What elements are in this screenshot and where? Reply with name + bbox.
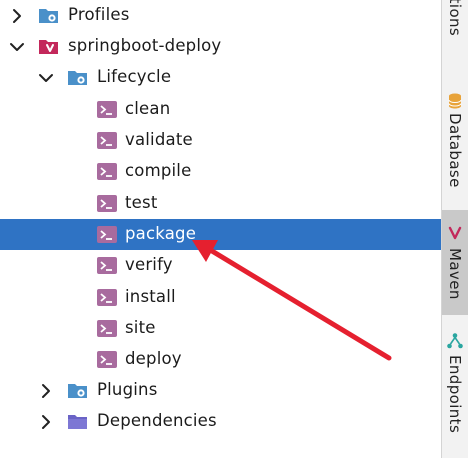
chevron-right-icon[interactable] [37, 382, 55, 400]
tool-window-strip: ations Database Maven Endpoints [441, 0, 468, 458]
phase-item-test[interactable]: test [0, 188, 441, 219]
phase-item-package[interactable]: package [0, 219, 441, 250]
phase-item-install[interactable]: install [0, 282, 441, 313]
run-config-icon [96, 100, 118, 119]
dependencies-label: Dependencies [97, 411, 217, 430]
sidebar-tab-endpoints[interactable]: Endpoints [442, 328, 468, 458]
folder-gear-icon [38, 6, 60, 25]
folder-icon [67, 412, 89, 431]
phase-label: site [125, 318, 156, 337]
sidebar-tab-database[interactable]: Database [442, 88, 468, 196]
phase-label: test [125, 193, 158, 212]
folder-gear-icon [67, 68, 89, 87]
phase-item-validate[interactable]: validate [0, 125, 441, 156]
project-label: springboot-deploy [68, 36, 222, 55]
chevron-down-icon[interactable] [37, 69, 55, 87]
sidebar-tab-label: Endpoints [446, 355, 464, 434]
run-config-icon [96, 256, 118, 275]
maven-tree-panel: Profiles springboot-deploy Lifecycle cle… [0, 0, 441, 458]
phase-item-verify[interactable]: verify [0, 250, 441, 281]
lifecycle-label: Lifecycle [97, 67, 172, 86]
run-config-icon [96, 194, 118, 213]
phase-label: deploy [125, 349, 182, 368]
phase-item-deploy[interactable]: deploy [0, 344, 441, 375]
phase-label: package [125, 224, 197, 243]
chevron-right-icon[interactable] [8, 7, 26, 25]
tree-node-lifecycle[interactable]: Lifecycle [0, 62, 441, 93]
maven-module-icon [38, 37, 60, 56]
sidebar-tab-label: Maven [446, 248, 464, 300]
phase-label: compile [125, 161, 192, 180]
tree-node-dependencies[interactable]: Dependencies [0, 406, 441, 437]
run-config-icon [96, 288, 118, 307]
sidebar-tab-label: ations [446, 0, 464, 37]
phase-label: verify [125, 255, 173, 274]
plugins-label: Plugins [97, 380, 158, 399]
phase-label: install [125, 287, 176, 306]
phase-item-compile[interactable]: compile [0, 156, 441, 187]
run-config-icon [96, 225, 118, 244]
sidebar-tab-maven[interactable]: Maven [442, 210, 468, 315]
database-icon [446, 92, 464, 110]
phase-label: clean [125, 99, 171, 118]
chevron-right-icon[interactable] [37, 413, 55, 431]
endpoints-icon [446, 332, 464, 350]
maven-icon [446, 224, 464, 242]
chevron-down-icon[interactable] [8, 38, 26, 56]
sidebar-tab-label: Database [446, 113, 464, 188]
run-config-icon [96, 350, 118, 369]
tree-node-project[interactable]: springboot-deploy [0, 31, 441, 62]
sidebar-tab-applications[interactable]: ations [442, 0, 468, 80]
run-config-icon [96, 131, 118, 150]
phase-label: validate [125, 130, 193, 149]
folder-gear-icon [67, 381, 89, 400]
tree-node-profiles[interactable]: Profiles [0, 0, 441, 31]
tree-node-plugins[interactable]: Plugins [0, 375, 441, 406]
phase-item-clean[interactable]: clean [0, 94, 441, 125]
run-config-icon [96, 319, 118, 338]
phase-item-site[interactable]: site [0, 313, 441, 344]
profiles-label: Profiles [68, 5, 130, 24]
run-config-icon [96, 162, 118, 181]
